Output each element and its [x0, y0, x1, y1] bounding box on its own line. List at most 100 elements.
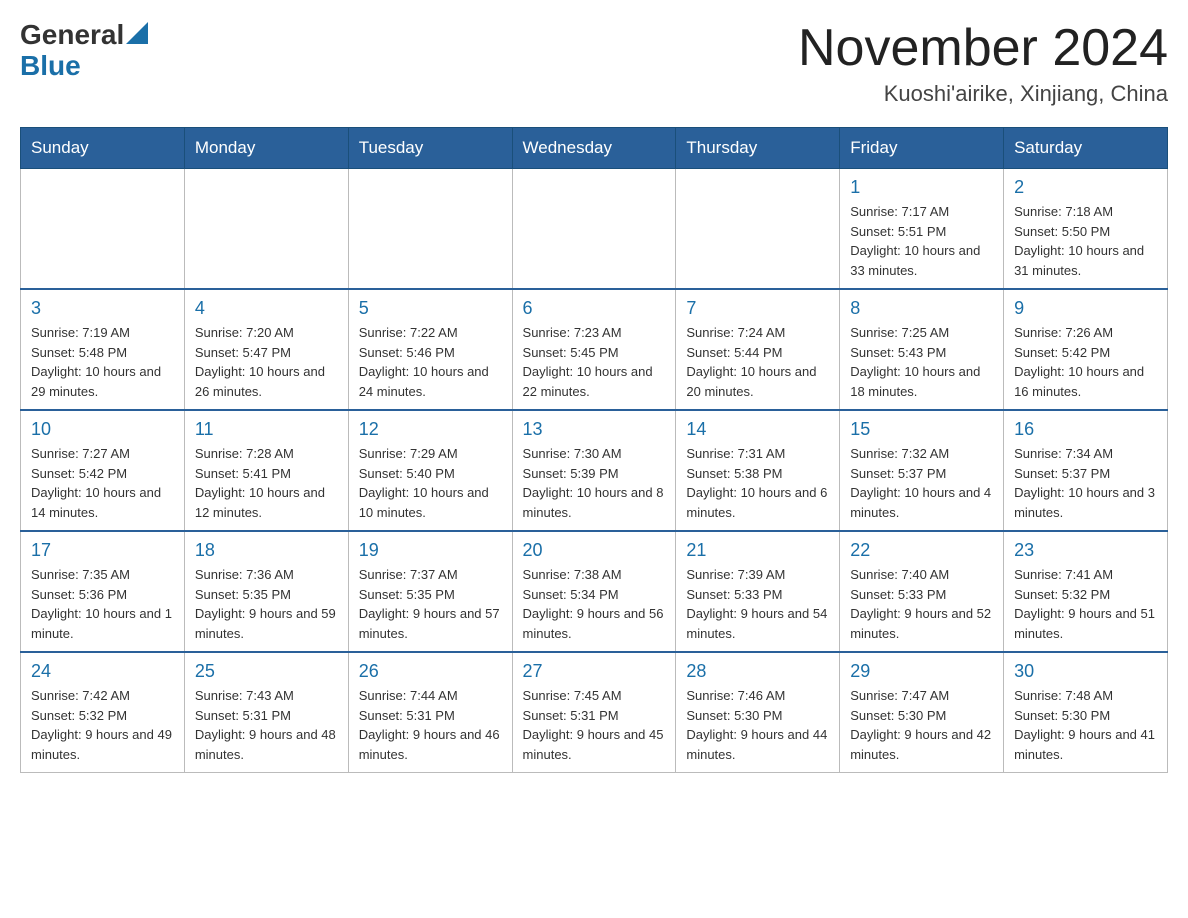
day-number: 22	[850, 540, 993, 561]
calendar-day-cell: 25 Sunrise: 7:43 AMSunset: 5:31 PMDayligh…	[184, 652, 348, 773]
day-number: 21	[686, 540, 829, 561]
day-number: 7	[686, 298, 829, 319]
calendar-day-cell: 18 Sunrise: 7:36 AMSunset: 5:35 PMDayligh…	[184, 531, 348, 652]
day-number: 5	[359, 298, 502, 319]
day-number: 29	[850, 661, 993, 682]
day-info: Sunrise: 7:45 AMSunset: 5:31 PMDaylight:…	[523, 686, 666, 764]
calendar-day-cell: 7 Sunrise: 7:24 AMSunset: 5:44 PMDaylight…	[676, 289, 840, 410]
calendar-table: SundayMondayTuesdayWednesdayThursdayFrid…	[20, 127, 1168, 773]
calendar-day-cell: 21Sunrise: 7:39 AMSunset: 5:33 PMDayligh…	[676, 531, 840, 652]
day-info: Sunrise: 7:35 AMSunset: 5:36 PMDaylight:…	[31, 565, 174, 643]
calendar-day-cell: 22Sunrise: 7:40 AMSunset: 5:33 PMDayligh…	[840, 531, 1004, 652]
day-number: 2	[1014, 177, 1157, 198]
day-info: Sunrise: 7:41 AMSunset: 5:32 PMDaylight:…	[1014, 565, 1157, 643]
calendar-header-row: SundayMondayTuesdayWednesdayThursdayFrid…	[21, 128, 1168, 169]
day-of-week-header: Thursday	[676, 128, 840, 169]
day-info: Sunrise: 7:44 AMSunset: 5:31 PMDaylight:…	[359, 686, 502, 764]
calendar-day-cell	[184, 169, 348, 290]
calendar-day-cell: 11Sunrise: 7:28 AMSunset: 5:41 PMDayligh…	[184, 410, 348, 531]
calendar-day-cell: 20Sunrise: 7:38 AMSunset: 5:34 PMDayligh…	[512, 531, 676, 652]
day-of-week-header: Tuesday	[348, 128, 512, 169]
logo-triangle-icon	[126, 22, 148, 44]
calendar-day-cell: 19 Sunrise: 7:37 AMSunset: 5:35 PMDayligh…	[348, 531, 512, 652]
calendar-day-cell: 2 Sunrise: 7:18 AMSunset: 5:50 PMDaylight…	[1004, 169, 1168, 290]
calendar-day-cell	[21, 169, 185, 290]
calendar-day-cell: 9Sunrise: 7:26 AMSunset: 5:42 PMDaylight…	[1004, 289, 1168, 410]
day-of-week-header: Monday	[184, 128, 348, 169]
day-info: Sunrise: 7:37 AMSunset: 5:35 PMDaylight:…	[359, 565, 502, 643]
logo-general-text: General	[20, 20, 124, 51]
day-info: Sunrise: 7:42 AMSunset: 5:32 PMDaylight:…	[31, 686, 174, 764]
month-title: November 2024	[798, 20, 1168, 77]
calendar-day-cell: 27 Sunrise: 7:45 AMSunset: 5:31 PMDayligh…	[512, 652, 676, 773]
calendar-day-cell: 8 Sunrise: 7:25 AMSunset: 5:43 PMDaylight…	[840, 289, 1004, 410]
title-section: November 2024 Kuoshi'airike, Xinjiang, C…	[798, 20, 1168, 107]
day-info: Sunrise: 7:32 AMSunset: 5:37 PMDaylight:…	[850, 444, 993, 522]
day-number: 18	[195, 540, 338, 561]
day-number: 17	[31, 540, 174, 561]
day-number: 20	[523, 540, 666, 561]
day-info: Sunrise: 7:34 AMSunset: 5:37 PMDaylight:…	[1014, 444, 1157, 522]
day-info: Sunrise: 7:47 AMSunset: 5:30 PMDaylight:…	[850, 686, 993, 764]
day-of-week-header: Sunday	[21, 128, 185, 169]
calendar-day-cell: 29 Sunrise: 7:47 AMSunset: 5:30 PMDayligh…	[840, 652, 1004, 773]
day-number: 1	[850, 177, 993, 198]
day-info: Sunrise: 7:22 AMSunset: 5:46 PMDaylight:…	[359, 323, 502, 401]
day-number: 10	[31, 419, 174, 440]
calendar-day-cell: 15 Sunrise: 7:32 AMSunset: 5:37 PMDayligh…	[840, 410, 1004, 531]
page-header: General Blue November 2024 Kuoshi'airike…	[20, 20, 1168, 107]
logo-blue-text: Blue	[20, 50, 81, 81]
day-number: 14	[686, 419, 829, 440]
day-info: Sunrise: 7:27 AMSunset: 5:42 PMDaylight:…	[31, 444, 174, 522]
calendar-week-row: 10 Sunrise: 7:27 AMSunset: 5:42 PMDayligh…	[21, 410, 1168, 531]
day-info: Sunrise: 7:19 AMSunset: 5:48 PMDaylight:…	[31, 323, 174, 401]
day-number: 6	[523, 298, 666, 319]
calendar-day-cell: 5 Sunrise: 7:22 AMSunset: 5:46 PMDaylight…	[348, 289, 512, 410]
day-info: Sunrise: 7:23 AMSunset: 5:45 PMDaylight:…	[523, 323, 666, 401]
calendar-day-cell: 26 Sunrise: 7:44 AMSunset: 5:31 PMDayligh…	[348, 652, 512, 773]
day-number: 25	[195, 661, 338, 682]
calendar-day-cell: 30Sunrise: 7:48 AMSunset: 5:30 PMDayligh…	[1004, 652, 1168, 773]
calendar-day-cell: 24 Sunrise: 7:42 AMSunset: 5:32 PMDayligh…	[21, 652, 185, 773]
calendar-week-row: 24 Sunrise: 7:42 AMSunset: 5:32 PMDayligh…	[21, 652, 1168, 773]
day-info: Sunrise: 7:36 AMSunset: 5:35 PMDaylight:…	[195, 565, 338, 643]
day-number: 15	[850, 419, 993, 440]
calendar-week-row: 1 Sunrise: 7:17 AMSunset: 5:51 PMDaylight…	[21, 169, 1168, 290]
calendar-day-cell: 10 Sunrise: 7:27 AMSunset: 5:42 PMDayligh…	[21, 410, 185, 531]
day-info: Sunrise: 7:30 AMSunset: 5:39 PMDaylight:…	[523, 444, 666, 522]
calendar-day-cell: 16 Sunrise: 7:34 AMSunset: 5:37 PMDayligh…	[1004, 410, 1168, 531]
calendar-day-cell	[512, 169, 676, 290]
day-info: Sunrise: 7:43 AMSunset: 5:31 PMDaylight:…	[195, 686, 338, 764]
day-number: 19	[359, 540, 502, 561]
day-of-week-header: Friday	[840, 128, 1004, 169]
calendar-day-cell	[676, 169, 840, 290]
day-info: Sunrise: 7:28 AMSunset: 5:41 PMDaylight:…	[195, 444, 338, 522]
calendar-day-cell: 13Sunrise: 7:30 AMSunset: 5:39 PMDayligh…	[512, 410, 676, 531]
day-info: Sunrise: 7:18 AMSunset: 5:50 PMDaylight:…	[1014, 202, 1157, 280]
day-number: 26	[359, 661, 502, 682]
day-number: 27	[523, 661, 666, 682]
day-info: Sunrise: 7:24 AMSunset: 5:44 PMDaylight:…	[686, 323, 829, 401]
calendar-week-row: 3Sunrise: 7:19 AMSunset: 5:48 PMDaylight…	[21, 289, 1168, 410]
day-info: Sunrise: 7:25 AMSunset: 5:43 PMDaylight:…	[850, 323, 993, 401]
calendar-day-cell: 3Sunrise: 7:19 AMSunset: 5:48 PMDaylight…	[21, 289, 185, 410]
day-info: Sunrise: 7:46 AMSunset: 5:30 PMDaylight:…	[686, 686, 829, 764]
day-info: Sunrise: 7:48 AMSunset: 5:30 PMDaylight:…	[1014, 686, 1157, 764]
calendar-day-cell: 6 Sunrise: 7:23 AMSunset: 5:45 PMDaylight…	[512, 289, 676, 410]
day-number: 23	[1014, 540, 1157, 561]
calendar-day-cell: 28 Sunrise: 7:46 AMSunset: 5:30 PMDayligh…	[676, 652, 840, 773]
day-number: 8	[850, 298, 993, 319]
calendar-day-cell: 14 Sunrise: 7:31 AMSunset: 5:38 PMDayligh…	[676, 410, 840, 531]
day-info: Sunrise: 7:20 AMSunset: 5:47 PMDaylight:…	[195, 323, 338, 401]
day-number: 16	[1014, 419, 1157, 440]
day-info: Sunrise: 7:29 AMSunset: 5:40 PMDaylight:…	[359, 444, 502, 522]
calendar-week-row: 17 Sunrise: 7:35 AMSunset: 5:36 PMDayligh…	[21, 531, 1168, 652]
day-info: Sunrise: 7:31 AMSunset: 5:38 PMDaylight:…	[686, 444, 829, 522]
day-number: 24	[31, 661, 174, 682]
day-info: Sunrise: 7:17 AMSunset: 5:51 PMDaylight:…	[850, 202, 993, 280]
location-title: Kuoshi'airike, Xinjiang, China	[798, 81, 1168, 107]
calendar-day-cell: 12 Sunrise: 7:29 AMSunset: 5:40 PMDayligh…	[348, 410, 512, 531]
day-number: 28	[686, 661, 829, 682]
day-of-week-header: Wednesday	[512, 128, 676, 169]
day-number: 12	[359, 419, 502, 440]
